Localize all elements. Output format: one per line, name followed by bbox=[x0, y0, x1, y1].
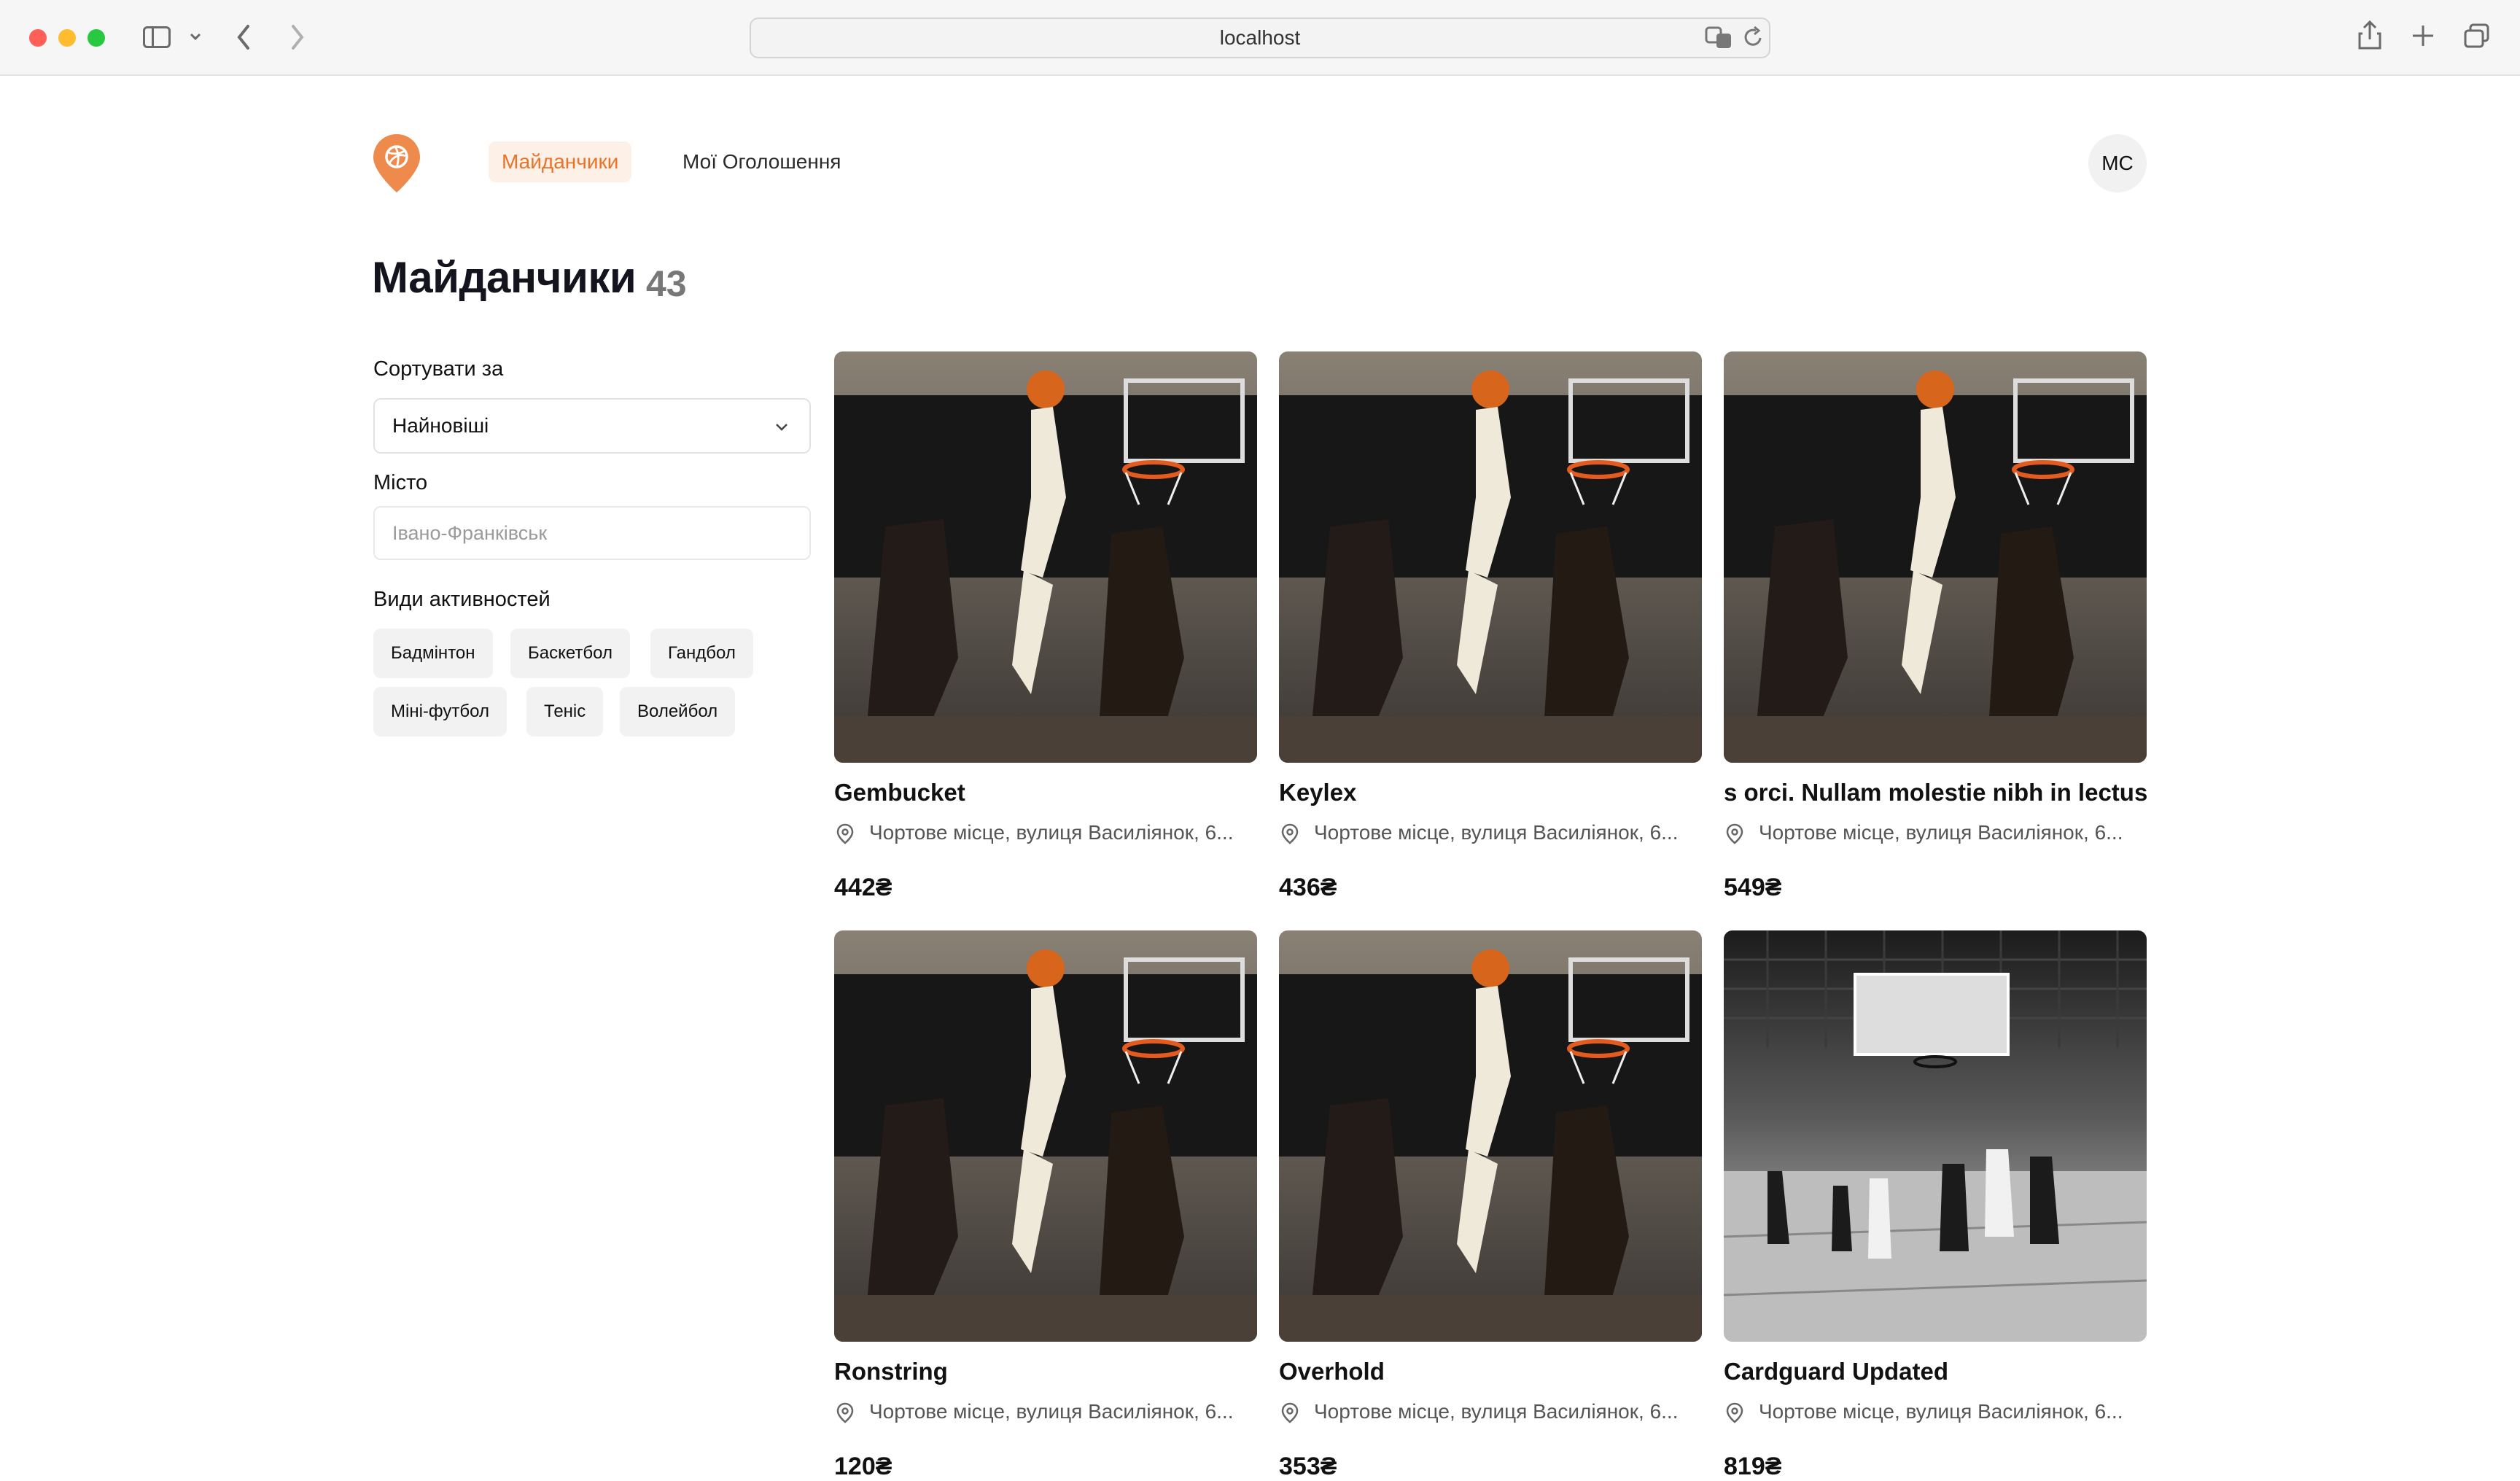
close-window-button[interactable] bbox=[29, 29, 47, 47]
card-location: Чортове місце, вулиця Василіянок, 6... bbox=[1724, 818, 2147, 847]
map-pin-icon bbox=[1726, 1402, 1743, 1423]
card-location-text: Чортове місце, вулиця Василіянок, 6... bbox=[869, 1400, 1234, 1423]
card-price: 120₴ bbox=[834, 1453, 892, 1480]
activity-chip-tennis[interactable]: Теніс bbox=[526, 687, 604, 736]
city-label: Місто bbox=[373, 471, 428, 494]
card-location: Чортове місце, вулиця Василіянок, 6... bbox=[834, 1397, 1257, 1426]
playground-photo[interactable] bbox=[1279, 351, 1702, 763]
share-icon[interactable] bbox=[2357, 19, 2383, 51]
page: Майданчики Мої Оголошення МС Майданчики … bbox=[0, 77, 2520, 1480]
map-pin-icon bbox=[836, 1402, 854, 1423]
card-location: Чортове місце, вулиця Василіянок, 6... bbox=[1724, 1397, 2147, 1426]
chevron-down-icon bbox=[776, 424, 788, 431]
playground-photo[interactable] bbox=[1724, 930, 2147, 1342]
activity-chip-volleyball[interactable]: Волейбол bbox=[620, 687, 736, 736]
card-title: s orci. Nullam molestie nibh in lectus. bbox=[1724, 779, 2147, 806]
card-title: Ronstring bbox=[834, 1358, 948, 1385]
card-price: 353₴ bbox=[1279, 1453, 1337, 1480]
activity-chip-basketball[interactable]: Баскетбол bbox=[510, 629, 630, 678]
url-text: localhost bbox=[1219, 26, 1301, 49]
card-title: Keylex bbox=[1279, 779, 1357, 806]
card-location-text: Чортове місце, вулиця Василіянок, 6... bbox=[1314, 821, 1679, 844]
zoom-window-button[interactable] bbox=[88, 29, 105, 47]
card-location: Чортове місце, вулиця Василіянок, 6... bbox=[834, 818, 1257, 847]
activities-label: Види активностей bbox=[373, 588, 551, 611]
logo-pin-icon[interactable] bbox=[372, 133, 421, 194]
card-title: Cardguard Updated bbox=[1724, 1358, 1949, 1385]
browser-toolbar: localhost bbox=[0, 0, 2520, 76]
playground-card[interactable]: s orci. Nullam molestie nibh in lectus. … bbox=[1724, 351, 2147, 902]
card-location-text: Чортове місце, вулиця Василіянок, 6... bbox=[1759, 821, 2123, 844]
card-price: 442₴ bbox=[834, 874, 892, 901]
playground-card[interactable]: Keylex Чортове місце, вулиця Василіянок,… bbox=[1279, 351, 1702, 902]
map-pin-icon bbox=[1726, 823, 1743, 844]
map-pin-icon bbox=[1281, 1402, 1299, 1423]
map-pin-icon bbox=[1281, 823, 1299, 844]
forward-icon[interactable] bbox=[289, 23, 306, 51]
sort-select-value: Найновіші bbox=[392, 414, 489, 437]
card-price: 549₴ bbox=[1724, 874, 1782, 901]
playground-card[interactable]: Gembucket Чортове місце, вулиця Василіян… bbox=[834, 351, 1257, 902]
new-tab-icon[interactable] bbox=[2411, 23, 2435, 48]
back-icon[interactable] bbox=[235, 23, 252, 51]
sidebar-toggle-icon[interactable] bbox=[143, 26, 171, 48]
playground-photo[interactable] bbox=[834, 930, 1257, 1342]
card-location-text: Чортове місце, вулиця Василіянок, 6... bbox=[869, 821, 1234, 844]
card-title: Overhold bbox=[1279, 1358, 1385, 1385]
card-location: Чортове місце, вулиця Василіянок, 6... bbox=[1279, 1397, 1702, 1426]
reload-icon[interactable] bbox=[1741, 25, 1765, 51]
address-bar[interactable]: localhost bbox=[750, 18, 1770, 58]
sort-label: Сортувати за bbox=[373, 357, 504, 381]
card-price: 819₴ bbox=[1724, 1453, 1782, 1480]
minimize-window-button[interactable] bbox=[58, 29, 76, 47]
playground-card[interactable]: Overhold Чортове місце, вулиця Василіяно… bbox=[1279, 930, 1702, 1481]
sort-select[interactable]: Найновіші bbox=[373, 398, 811, 454]
avatar[interactable]: МС bbox=[2088, 134, 2147, 193]
chevron-down-icon[interactable] bbox=[188, 29, 203, 44]
translate-icon[interactable] bbox=[1705, 25, 1734, 51]
playground-photo[interactable] bbox=[1724, 351, 2147, 763]
card-location: Чортове місце, вулиця Василіянок, 6... bbox=[1279, 818, 1702, 847]
nav-playgrounds[interactable]: Майданчики bbox=[489, 141, 632, 182]
playground-photo[interactable] bbox=[834, 351, 1257, 763]
activity-chip-handball[interactable]: Гандбол bbox=[650, 629, 753, 678]
card-price: 436₴ bbox=[1279, 874, 1337, 901]
activity-chip-mini-football[interactable]: Міні-футбол bbox=[373, 687, 507, 736]
nav-my-listings[interactable]: Мої Оголошення bbox=[669, 141, 854, 182]
map-pin-icon bbox=[836, 823, 854, 844]
page-title: Майданчики bbox=[372, 253, 637, 302]
playground-card[interactable]: Cardguard Updated Чортове місце, вулиця … bbox=[1724, 930, 2147, 1481]
results-count: 43 bbox=[646, 263, 687, 304]
card-title: Gembucket bbox=[834, 779, 965, 806]
activity-chip-badminton[interactable]: Бадмінтон bbox=[373, 629, 493, 678]
city-input[interactable]: Івано-Франківськ bbox=[373, 506, 811, 560]
tab-overview-icon[interactable] bbox=[2463, 23, 2491, 50]
card-location-text: Чортове місце, вулиця Василіянок, 6... bbox=[1759, 1400, 2123, 1423]
playground-card[interactable]: Ronstring Чортове місце, вулиця Василіян… bbox=[834, 930, 1257, 1481]
card-location-text: Чортове місце, вулиця Василіянок, 6... bbox=[1314, 1400, 1679, 1423]
playground-photo[interactable] bbox=[1279, 930, 1702, 1342]
